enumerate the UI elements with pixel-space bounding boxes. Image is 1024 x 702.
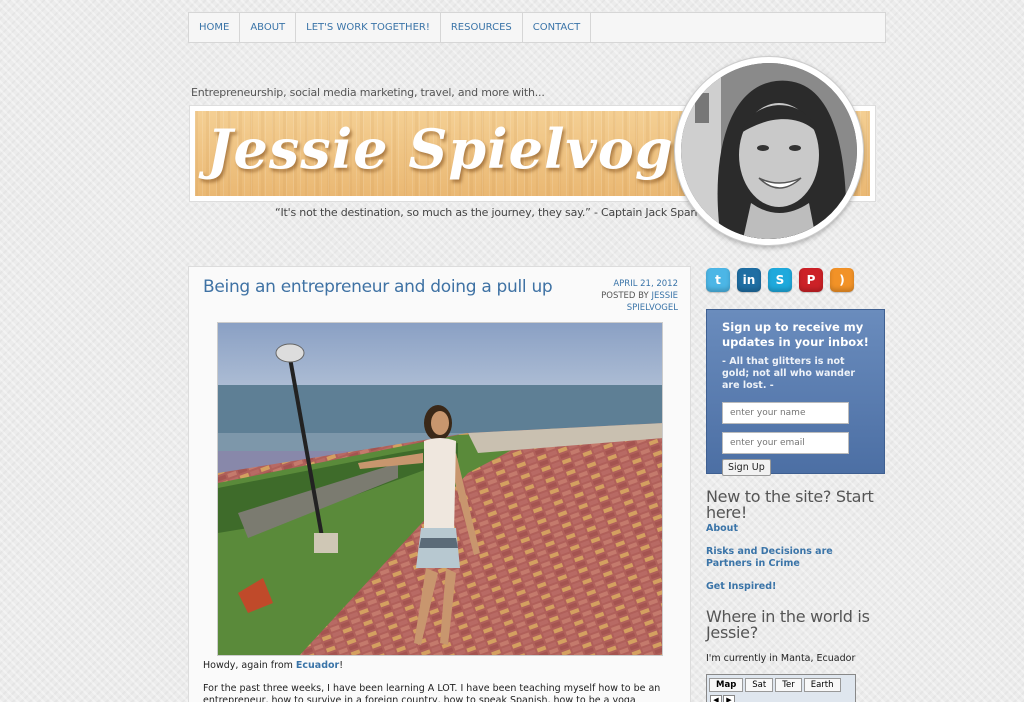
paragraph-1-end: ! — [339, 660, 344, 671]
location-map[interactable]: Map Sat Ter Earth ◀ ▶ — [706, 674, 856, 702]
header-quote: “It's not the destination, so much as th… — [275, 206, 714, 219]
profile-photo — [674, 56, 864, 246]
map-tab-map[interactable]: Map — [709, 678, 744, 692]
nav-home[interactable]: HOME — [189, 13, 241, 42]
nav-about[interactable]: ABOUT — [240, 13, 297, 42]
post-author-line: POSTED BY JESSIE SPIELVOGEL — [568, 290, 678, 314]
post-date[interactable]: APRIL 21, 2012 — [568, 278, 678, 290]
map-pan-controls: ◀ ▶ — [710, 695, 735, 702]
twitter-icon[interactable]: t — [706, 268, 730, 292]
pinterest-icon[interactable]: P — [799, 268, 823, 292]
sidebar-link-about[interactable]: About — [706, 523, 886, 535]
location-text: I'm currently in Manta, Ecuador — [706, 653, 856, 664]
post-paragraph-1: Howdy, again from Ecuador! — [203, 660, 343, 671]
site-name: Jessie Spielvogel — [207, 117, 731, 181]
nav-resources[interactable]: RESOURCES — [441, 13, 523, 42]
map-tab-sat[interactable]: Sat — [745, 678, 774, 692]
paragraph-1-text: Howdy, again from — [203, 660, 293, 671]
linkedin-glyph: in — [742, 273, 756, 287]
nav-work-together[interactable]: LET'S WORK TOGETHER! — [296, 13, 441, 42]
signup-subtitle: - All that glitters is not gold; not all… — [722, 356, 856, 391]
site-tagline: Entrepreneurship, social media marketing… — [191, 86, 545, 99]
map-tab-earth[interactable]: Earth — [803, 678, 841, 692]
rss-icon[interactable]: ) — [830, 268, 854, 292]
signup-title: Sign up to receive my updates in your in… — [722, 320, 869, 349]
start-here-heading: New to the site? Start here! — [706, 487, 874, 522]
linkedin-icon[interactable]: in — [737, 268, 761, 292]
sidebar-link-risks[interactable]: Risks and Decisions are Partners in Crim… — [706, 546, 881, 570]
blog-post: Being an entrepreneur and doing a pull u… — [188, 266, 691, 702]
where-heading: Where in the world is Jessie? — [706, 607, 870, 642]
post-title[interactable]: Being an entrepreneur and doing a pull u… — [203, 277, 553, 297]
pinterest-glyph: P — [806, 273, 816, 287]
nav-contact[interactable]: CONTACT — [523, 13, 592, 42]
twitter-glyph: t — [715, 273, 721, 287]
newsletter-signup: Sign up to receive my updates in your in… — [706, 309, 885, 476]
email-input[interactable] — [722, 432, 849, 454]
sidebar-link-inspired[interactable]: Get Inspired! — [706, 581, 886, 593]
map-type-tabs: Map Sat Ter Earth — [707, 675, 855, 695]
map-tab-ter[interactable]: Ter — [775, 678, 802, 692]
post-paragraph-2: For the past three weeks, I have been le… — [203, 683, 661, 702]
skype-glyph: S — [775, 273, 785, 287]
ecuador-link[interactable]: Ecuador — [296, 660, 339, 671]
post-meta: APRIL 21, 2012 POSTED BY JESSIE SPIELVOG… — [568, 278, 678, 314]
pan-right-icon[interactable]: ▶ — [723, 695, 735, 702]
posted-by-label: POSTED BY — [601, 291, 649, 301]
social-icons: t in S P ) — [706, 268, 854, 292]
pan-left-icon[interactable]: ◀ — [710, 695, 722, 702]
name-input[interactable] — [722, 402, 849, 424]
skype-icon[interactable]: S — [768, 268, 792, 292]
profile-image — [681, 63, 857, 239]
signup-button[interactable]: Sign Up — [722, 459, 771, 476]
rss-glyph: ) — [839, 273, 845, 287]
post-photo — [217, 322, 663, 656]
top-nav: HOME ABOUT LET'S WORK TOGETHER! RESOURCE… — [188, 12, 886, 43]
